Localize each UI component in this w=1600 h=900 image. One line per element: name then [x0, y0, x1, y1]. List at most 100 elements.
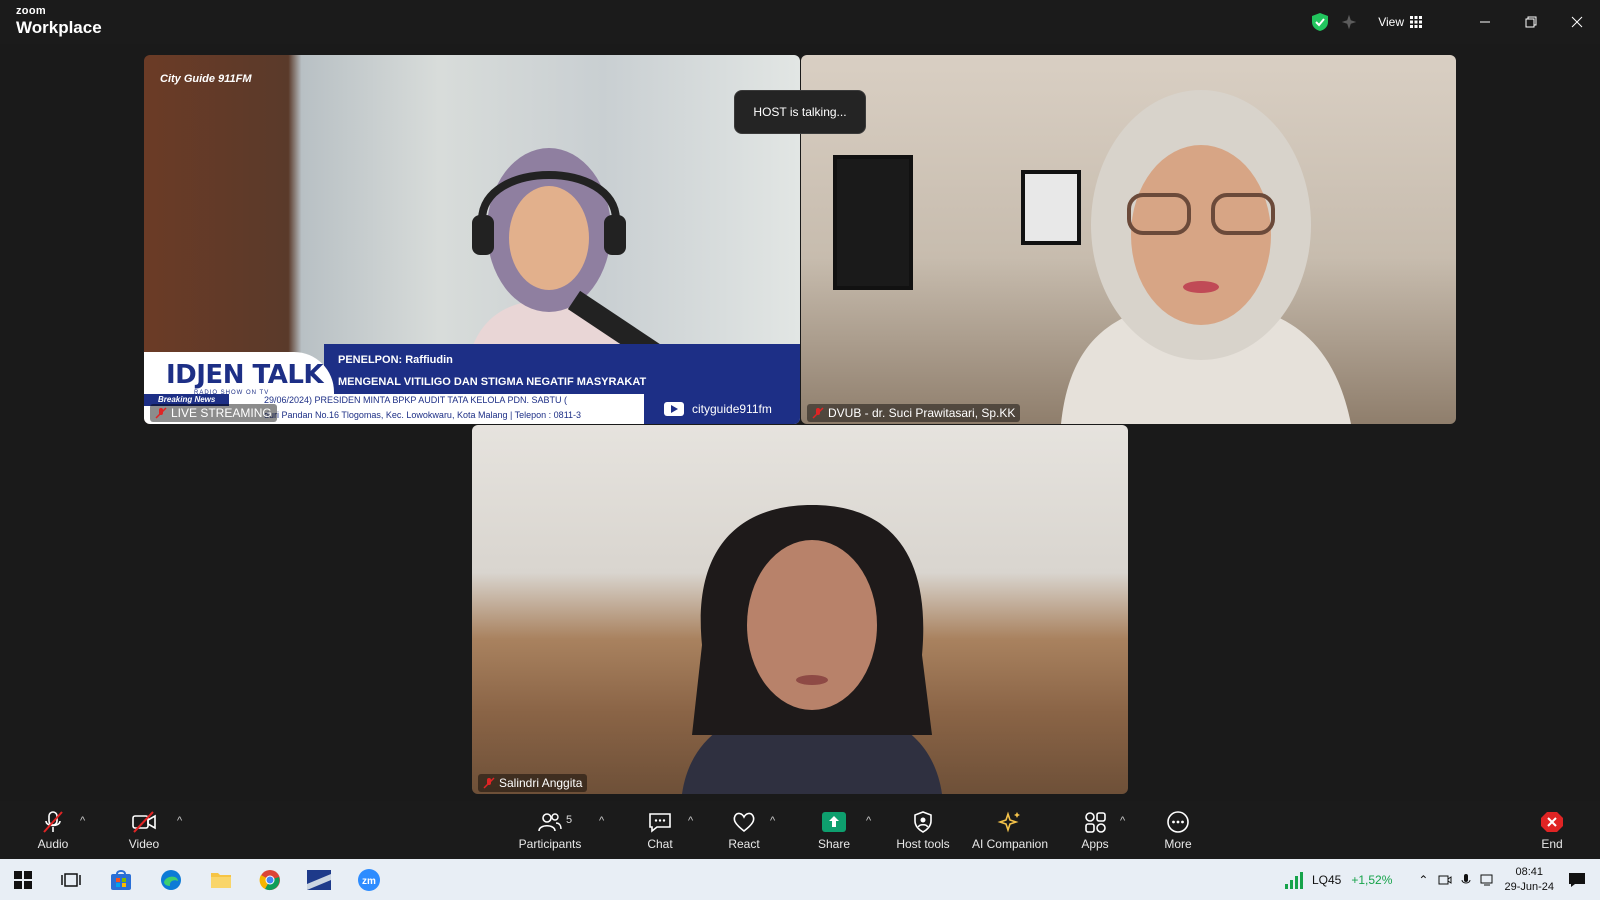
close-icon: [1571, 16, 1583, 28]
meeting-toolbar: Audio ^ Video ^ Participants 5 ^ Chat ^ …: [0, 801, 1600, 859]
start-button[interactable]: [8, 865, 38, 895]
video-stage: City Guide 911FM IDJEN TALK RADIO SHOW O…: [0, 44, 1600, 801]
view-label: View: [1378, 15, 1404, 29]
participants-options-caret[interactable]: ^: [599, 815, 604, 827]
end-button[interactable]: End: [1532, 801, 1572, 859]
clock-time: 08:41: [1515, 865, 1543, 878]
clock[interactable]: 08:41 29-Jun-24: [1504, 865, 1554, 895]
brand-top: zoom: [16, 5, 46, 17]
chat-label: Chat: [647, 836, 673, 851]
chat-options-caret[interactable]: ^: [688, 815, 693, 827]
apps-icon: [1085, 811, 1106, 833]
media-app[interactable]: [304, 865, 334, 895]
participant-name-tag: Salindri Anggita: [478, 774, 588, 792]
edge-app[interactable]: [156, 865, 186, 895]
youtube-handle: cityguide911fm: [644, 394, 800, 424]
share-screen-icon: [822, 811, 846, 832]
react-label: React: [728, 836, 760, 851]
mic-muted-icon: [812, 407, 824, 419]
minimize-button[interactable]: [1462, 0, 1508, 44]
ai-sparkle-icon[interactable]: [1340, 13, 1358, 31]
youtube-icon: [664, 402, 684, 416]
windows-logo-icon: [14, 871, 32, 889]
end-label: End: [1541, 836, 1563, 851]
audio-label: Audio: [37, 836, 69, 851]
task-view-icon: [61, 873, 81, 887]
participants-count: 5: [566, 814, 573, 826]
participant-name: Salindri Anggita: [499, 776, 583, 790]
restore-icon: [1525, 16, 1537, 28]
task-view-button[interactable]: [56, 865, 86, 895]
mic-muted-icon: [43, 810, 63, 833]
grid-icon: [1410, 16, 1422, 28]
app-logo: zoom Workplace: [16, 5, 102, 37]
video-tile-live-streaming[interactable]: City Guide 911FM IDJEN TALK RADIO SHOW O…: [144, 55, 800, 424]
chat-icon: [649, 812, 671, 833]
zoom-app[interactable]: zm: [354, 865, 384, 895]
view-button[interactable]: View: [1378, 15, 1422, 29]
react-button[interactable]: React: [724, 801, 764, 859]
video-tile-dvub[interactable]: DVUB - dr. Suci Prawitasari, Sp.KK: [801, 55, 1456, 424]
video-tile-salindri[interactable]: Salindri Anggita: [472, 425, 1128, 794]
host-tools-button[interactable]: Host tools: [893, 801, 953, 859]
video-button[interactable]: Video: [124, 801, 164, 859]
chevron-up-icon[interactable]: ⌃: [1418, 873, 1428, 887]
windows-taskbar: zm LQ45 +1,52% ⌃ 08:41 29-Jun-24: [0, 859, 1600, 900]
notifications-icon[interactable]: [1568, 872, 1586, 888]
end-meeting-icon: [1541, 811, 1563, 832]
stock-symbol: LQ45: [1311, 872, 1342, 887]
participant-name-tag: LIVE STREAMING: [150, 404, 277, 422]
wall-picture: [833, 155, 913, 290]
apps-label: Apps: [1081, 836, 1109, 851]
host-tools-label: Host tools: [896, 836, 950, 851]
more-button[interactable]: More: [1158, 801, 1198, 859]
show-title: IDJEN TALK: [166, 360, 324, 390]
video-label: Video: [128, 836, 160, 851]
heart-icon: [733, 812, 755, 832]
network-icon[interactable]: [1480, 873, 1496, 887]
ticker-line-1: 29/06/2024) PRESIDEN MINTA BPKP AUDIT TA…: [264, 395, 567, 405]
apps-options-caret[interactable]: ^: [1120, 815, 1125, 827]
share-options-caret[interactable]: ^: [866, 815, 871, 827]
participants-button[interactable]: Participants: [515, 801, 585, 859]
audio-button[interactable]: Audio: [33, 801, 73, 859]
close-button[interactable]: [1554, 0, 1600, 44]
active-speaker-banner: HOST is talking...: [734, 90, 866, 134]
camera-icon[interactable]: [1438, 873, 1452, 887]
video-options-caret[interactable]: ^: [177, 815, 182, 827]
microphone-icon[interactable]: [1460, 873, 1472, 887]
encryption-shield-icon[interactable]: [1310, 12, 1330, 32]
youtube-handle-text: cityguide911fm: [692, 402, 772, 416]
react-options-caret[interactable]: ^: [770, 815, 775, 827]
speaker-video: [1061, 90, 1351, 424]
station-logo: City Guide 911FM: [160, 73, 252, 85]
chrome-app[interactable]: [255, 865, 285, 895]
shield-icon: [914, 810, 932, 833]
chrome-icon: [259, 870, 280, 891]
topic-label: MENGENAL VITILIGO DAN STIGMA NEGATIF MAS…: [338, 376, 647, 388]
share-button[interactable]: Share: [814, 801, 854, 859]
edge-browser-icon: [161, 870, 181, 890]
mic-muted-icon: [155, 407, 167, 419]
audio-options-caret[interactable]: ^: [80, 815, 85, 827]
clock-date: 29-Jun-24: [1504, 880, 1554, 893]
ai-sparkle-icon: [997, 810, 1020, 833]
caller-label: PENELPON: Raffiudin: [338, 354, 453, 366]
file-explorer-app[interactable]: [206, 865, 236, 895]
participant-name: DVUB - dr. Suci Prawitasari, Sp.KK: [828, 406, 1016, 420]
chat-button[interactable]: Chat: [640, 801, 680, 859]
ai-companion-button[interactable]: AI Companion: [968, 801, 1052, 859]
minimize-icon: [1480, 21, 1490, 23]
participants-icon: [538, 812, 562, 831]
apps-button[interactable]: Apps: [1075, 801, 1115, 859]
stock-chart-icon: [1284, 871, 1303, 889]
more-icon: [1167, 810, 1189, 833]
system-tray: LQ45 +1,52% ⌃ 08:41 29-Jun-24: [1284, 859, 1600, 900]
participant-name: LIVE STREAMING: [171, 406, 272, 420]
store-app[interactable]: [106, 865, 136, 895]
participants-label: Participants: [518, 836, 582, 851]
stock-change: +1,52%: [1351, 872, 1393, 887]
store-icon: [111, 870, 131, 890]
more-label: More: [1164, 836, 1192, 851]
restore-button[interactable]: [1508, 0, 1554, 44]
